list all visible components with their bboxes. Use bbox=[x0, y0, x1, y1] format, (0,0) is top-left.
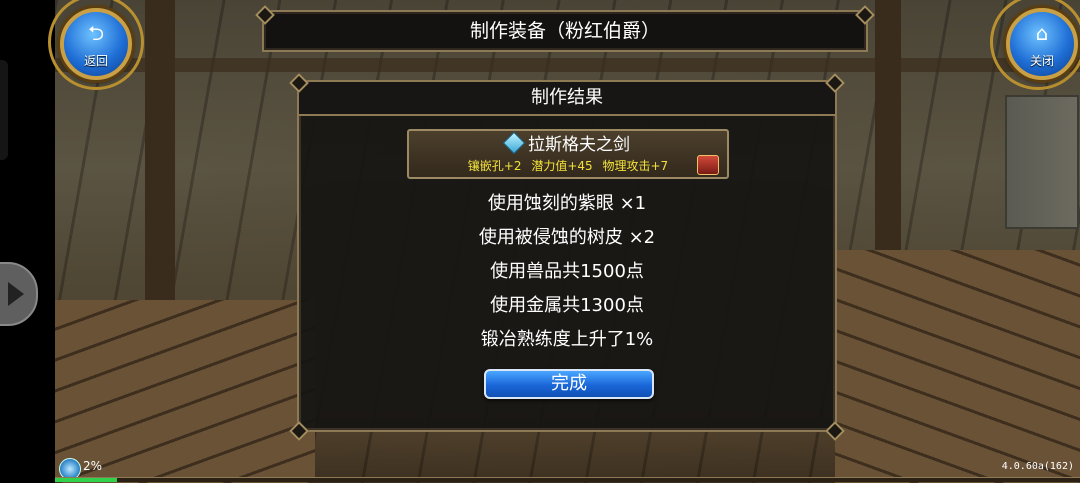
back-button[interactable]: ⮌ 返回 bbox=[60, 8, 132, 80]
result-list: 使用蚀刻的紫眼 ×1 使用被侵蚀的树皮 ×2 使用兽品共1500点 使用金属共1… bbox=[299, 187, 835, 357]
item-name-row: 拉斯格夫之剑 bbox=[409, 131, 727, 155]
crafted-item-card[interactable]: 拉斯格夫之剑 镶嵌孔+2 潜力值+45 物理攻击+7 bbox=[407, 129, 729, 179]
background-door bbox=[1005, 95, 1079, 229]
back-arrow-icon: ⮌ bbox=[87, 21, 105, 45]
roof-beam bbox=[55, 58, 1080, 72]
result-line: 锻冶熟练度上升了1% bbox=[480, 329, 654, 350]
wooden-floor-right bbox=[835, 250, 1080, 483]
play-arrow-icon bbox=[8, 282, 24, 306]
item-stats: 镶嵌孔+2 潜力值+45 物理攻击+7 bbox=[409, 158, 727, 174]
result-line: 使用金属共1300点 bbox=[490, 295, 644, 316]
status-percent: 2% bbox=[83, 459, 103, 473]
status-bar: 2% 4.0.60a(162) bbox=[55, 455, 1080, 483]
experience-bar bbox=[55, 477, 1080, 482]
item-name: 拉斯格夫之剑 bbox=[528, 135, 630, 155]
ceiling-beam bbox=[145, 0, 175, 300]
close-label: 关闭 bbox=[1029, 54, 1054, 68]
treasure-chest-icon[interactable] bbox=[697, 155, 719, 175]
experience-fill bbox=[55, 478, 117, 482]
ceiling-beam bbox=[875, 0, 901, 260]
back-label: 返回 bbox=[83, 54, 108, 68]
panel-title: 制作结果 bbox=[299, 82, 835, 116]
result-line: 使用被侵蚀的树皮 ×2 bbox=[478, 227, 656, 248]
done-button[interactable]: 完成 bbox=[484, 369, 654, 399]
side-tab bbox=[0, 60, 8, 160]
item-stat: 物理攻击+7 bbox=[602, 159, 669, 173]
result-line: 使用兽品共1500点 bbox=[490, 261, 644, 282]
close-button[interactable]: ⌂ 关闭 bbox=[1006, 8, 1078, 80]
home-icon: ⌂ bbox=[1035, 21, 1049, 45]
left-system-bar bbox=[0, 0, 55, 483]
item-stat: 镶嵌孔+2 bbox=[467, 159, 522, 173]
item-stat: 潜力值+45 bbox=[531, 159, 593, 173]
version-label: 4.0.60a(162) bbox=[1001, 461, 1074, 472]
result-panel: 制作结果 拉斯格夫之剑 镶嵌孔+2 潜力值+45 物理攻击+7 使用蚀刻的紫眼 … bbox=[297, 80, 837, 432]
result-line: 使用蚀刻的紫眼 ×1 bbox=[487, 193, 647, 214]
page-title: 制作装备（粉红伯爵） bbox=[262, 10, 868, 52]
sword-gem-icon bbox=[502, 131, 526, 155]
